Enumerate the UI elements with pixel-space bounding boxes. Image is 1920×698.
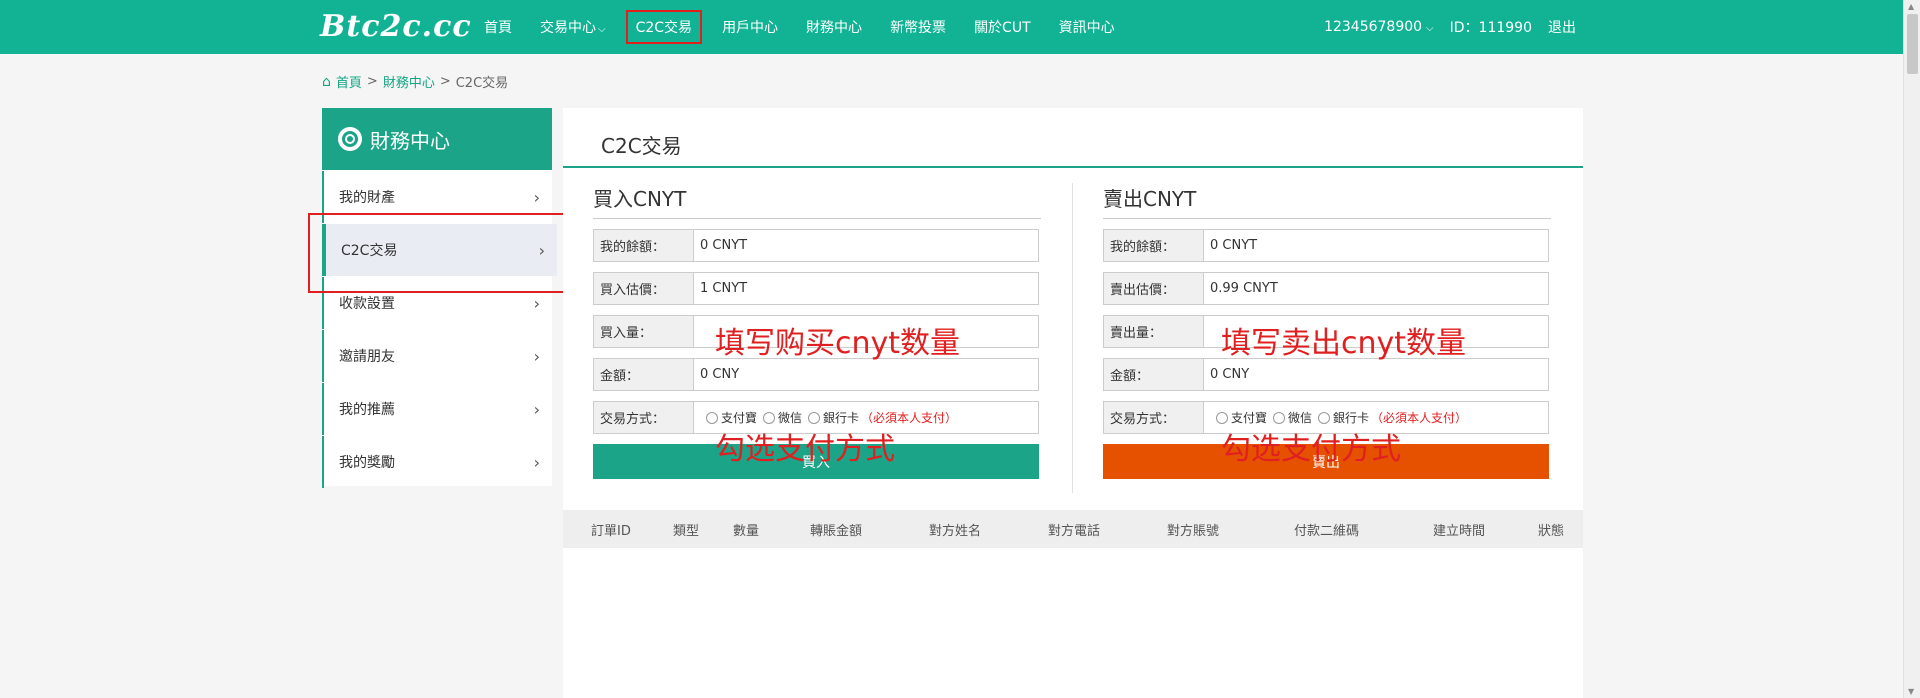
breadcrumb-current: C2C交易	[455, 76, 509, 91]
sell-balance-value: 0 CNYT	[1210, 238, 1258, 253]
top-navbar: Btc2c.cc 首頁 交易中心 ⌵ C2C交易 用戶中心 財務中心 新幣投票 關…	[0, 0, 1903, 54]
scroll-down-icon[interactable]: ▼	[1908, 687, 1914, 696]
chevron-right-icon: ›	[533, 187, 540, 207]
buy-price-label: 買入估價：	[594, 273, 694, 304]
breadcrumb: ⌂ 首頁 > 財務中心 > C2C交易	[322, 72, 509, 92]
sidebar-header: 財務中心	[322, 108, 552, 170]
panel-divider	[1072, 183, 1073, 493]
page-scrollbar[interactable]: ▲ ▼	[1903, 0, 1920, 698]
sell-balance-label: 我的餘額：	[1104, 230, 1204, 261]
site-logo[interactable]: Btc2c.cc	[320, 9, 472, 44]
column-header: 訂單ID	[591, 523, 631, 539]
sidebar-item-invite-friends[interactable]: 邀請朋友 ›	[322, 330, 552, 382]
nav-item-finance-center[interactable]: 財務中心	[806, 17, 862, 37]
buy-total-row: 金額： 0 CNY	[593, 358, 1039, 391]
sidebar-item-label: 邀請朋友	[339, 349, 395, 365]
account-area: 12345678900 ⌵ ID：111990 退出	[1292, 0, 1576, 54]
sell-price-row: 賣出估價： 0.99 CNYT	[1103, 272, 1549, 305]
scrollbar-thumb[interactable]	[1907, 14, 1918, 74]
sell-panel-title: 賣出CNYT	[1103, 183, 1551, 219]
chevron-down-icon: ⌵	[1426, 23, 1434, 34]
nav-item-trade-center[interactable]: 交易中心 ⌵	[540, 17, 606, 37]
nav-item-c2c[interactable]: C2C交易	[625, 10, 703, 44]
sidebar-title: 財務中心	[370, 128, 450, 153]
logout-link[interactable]: 退出	[1548, 17, 1576, 37]
breadcrumb-separator: >	[366, 74, 378, 89]
column-header: 對方電話	[1048, 523, 1101, 539]
buy-pay-method-label: 交易方式：	[594, 402, 694, 433]
buy-total-label: 金額：	[594, 359, 694, 390]
sidebar-item-label: 我的獎勵	[339, 455, 395, 471]
sidebar-item-label: 收款設置	[339, 296, 395, 312]
nav-item-user-center[interactable]: 用戶中心	[722, 17, 778, 37]
column-header: 對方賬號	[1167, 523, 1220, 539]
annotation-sell-amount: 填写卖出cnyt数量	[1221, 326, 1467, 361]
main-content: C2C交易 買入CNYT 我的餘額： 0 CNYT 買入估價： 1 CNYT 買…	[563, 108, 1583, 698]
sell-total-label: 金額：	[1104, 359, 1204, 390]
breadcrumb-home[interactable]: 首頁	[336, 72, 362, 91]
main-nav: 首頁 交易中心 ⌵ C2C交易 用戶中心 財務中心 新幣投票 關於CUT 資訊中心	[484, 0, 1143, 54]
user-id: ID：111990	[1449, 20, 1532, 36]
nav-item-about[interactable]: 關於CUT	[974, 17, 1031, 37]
chevron-down-icon: ⌵	[598, 24, 606, 35]
scroll-up-icon[interactable]: ▲	[1908, 2, 1914, 11]
home-icon: ⌂	[322, 73, 331, 90]
buy-amount-label: 買入量：	[594, 316, 694, 347]
account-name: 12345678900	[1324, 19, 1423, 35]
column-header: 轉賬金額	[810, 523, 863, 539]
chevron-right-icon: ›	[533, 452, 540, 472]
bank-card-radio[interactable]	[1318, 411, 1331, 424]
page-title: C2C交易	[601, 134, 682, 158]
buy-total-value: 0 CNY	[700, 367, 740, 382]
annotation-highlight-box	[308, 213, 570, 293]
buy-balance-label: 我的餘額：	[594, 230, 694, 261]
buy-price-row: 買入估價： 1 CNYT	[593, 272, 1039, 305]
column-header: 狀態	[1538, 523, 1565, 539]
column-header: 建立時間	[1433, 523, 1486, 539]
lifebuoy-icon	[338, 127, 362, 151]
sidebar-item-my-rewards[interactable]: 我的獎勵 ›	[322, 436, 552, 488]
alipay-radio[interactable]	[1216, 411, 1228, 424]
buy-balance-row: 我的餘額： 0 CNYT	[593, 229, 1039, 262]
nav-item-coin-vote[interactable]: 新幣投票	[890, 17, 946, 37]
annotation-buy-amount: 填写购买cnyt数量	[715, 326, 961, 361]
buy-balance-value: 0 CNYT	[700, 238, 748, 253]
sidebar: 財務中心 我的財產 › C2C交易 › 收款設置 › 邀請朋友 › 我的推薦 › 我的獎勵…	[322, 108, 557, 488]
account-dropdown[interactable]: 12345678900 ⌵	[1308, 19, 1434, 35]
breadcrumb-finance[interactable]: 財務中心	[383, 72, 435, 91]
sidebar-item-label: 我的財產	[339, 190, 395, 206]
buy-panel-title: 買入CNYT	[593, 183, 1041, 219]
alipay-radio[interactable]	[706, 411, 718, 424]
nav-item-news[interactable]: 資訊中心	[1059, 17, 1115, 37]
nav-item-trade-center-label: 交易中心	[540, 20, 596, 36]
column-header: 付款二維碼	[1294, 523, 1360, 539]
breadcrumb-separator: >	[439, 74, 451, 89]
sell-price-value: 0.99 CNYT	[1210, 281, 1278, 296]
sidebar-item-label: 我的推薦	[339, 402, 395, 418]
nav-item-home[interactable]: 首頁	[484, 17, 512, 37]
annotation-buy-pay: 勾选支付方式	[715, 432, 895, 467]
column-header: 對方姓名	[929, 523, 982, 539]
buy-price-value: 1 CNYT	[700, 281, 748, 296]
sell-price-label: 賣出估價：	[1104, 273, 1204, 304]
sell-total-row: 金額： 0 CNY	[1103, 358, 1549, 391]
sell-pay-method-label: 交易方式：	[1104, 402, 1204, 433]
chevron-right-icon: ›	[533, 346, 540, 366]
bank-card-radio[interactable]	[808, 411, 821, 424]
sell-balance-row: 我的餘額： 0 CNYT	[1103, 229, 1549, 262]
sell-amount-label: 賣出量：	[1104, 316, 1204, 347]
wechat-radio[interactable]	[1273, 411, 1286, 424]
chevron-right-icon: ›	[533, 399, 540, 419]
wechat-radio[interactable]	[763, 411, 776, 424]
column-header: 類型	[673, 523, 700, 539]
sell-total-value: 0 CNY	[1210, 367, 1250, 382]
chevron-right-icon: ›	[533, 293, 540, 313]
sidebar-item-my-referrals[interactable]: 我的推薦 ›	[322, 383, 552, 435]
orders-table-header: 訂單ID 類型 數量 轉賬金額 對方姓名 對方電話 對方賬號 付款二維碼 建立時…	[563, 510, 1583, 548]
annotation-sell-pay: 勾选支付方式	[1221, 432, 1401, 467]
title-underline	[563, 166, 1583, 168]
column-header: 數量	[733, 523, 760, 539]
